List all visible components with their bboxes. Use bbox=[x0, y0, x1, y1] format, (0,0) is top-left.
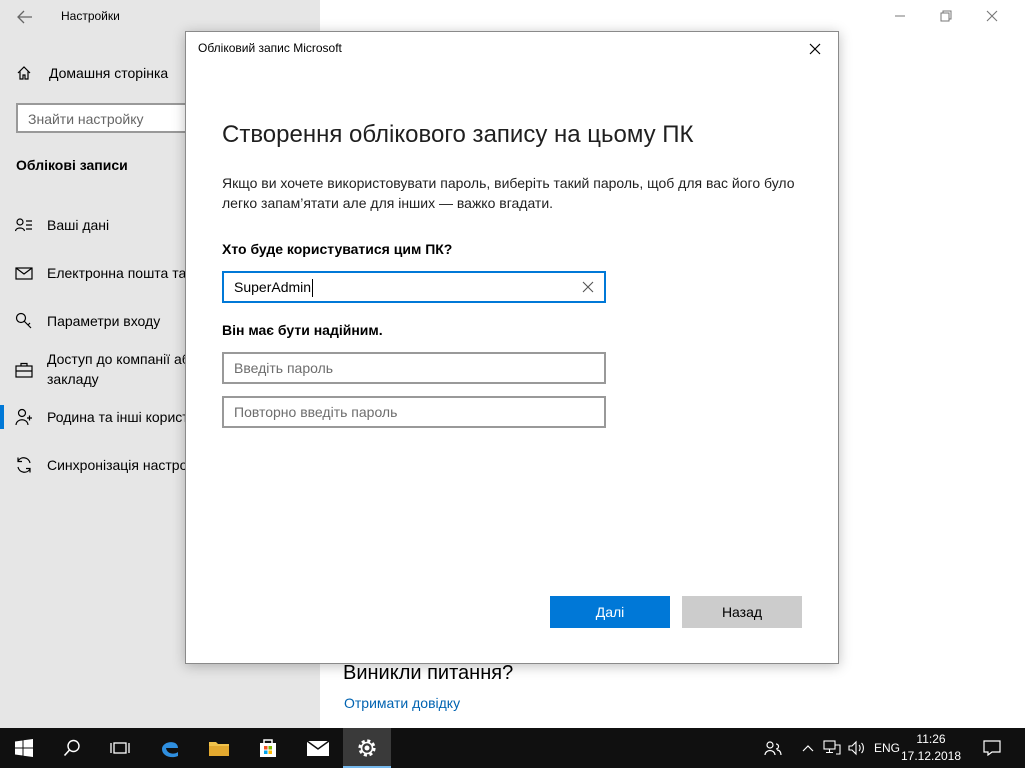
nav-label: Родина та інші корист bbox=[47, 409, 189, 425]
dialog-description: Якщо ви хочете використовувати пароль, в… bbox=[222, 175, 795, 211]
dialog-heading: Створення облікового запису на цьому ПК bbox=[222, 121, 694, 148]
close-window-icon[interactable] bbox=[977, 4, 1007, 28]
nav-home-label: Домашня сторінка bbox=[49, 65, 169, 81]
home-icon bbox=[14, 63, 34, 83]
mail-app-icon[interactable] bbox=[294, 728, 342, 768]
username-label: Хто буде користуватися цим ПК? bbox=[222, 241, 453, 257]
username-value: SuperAdmin bbox=[234, 279, 314, 298]
store-icon[interactable] bbox=[244, 728, 292, 768]
window-controls bbox=[885, 0, 1025, 32]
volume-icon[interactable] bbox=[846, 728, 868, 768]
chevron-up-icon[interactable] bbox=[798, 728, 818, 768]
questions-heading: Виникли питання? bbox=[343, 662, 514, 684]
nav-label-line2: закладу bbox=[47, 371, 99, 387]
back-button[interactable]: Назад bbox=[682, 596, 802, 628]
section-title: Облікові записи bbox=[16, 157, 128, 173]
back-arrow-icon[interactable] bbox=[14, 6, 36, 28]
nav-label: Синхронізація настро bbox=[47, 457, 188, 473]
clock[interactable]: 11:26 17.12.2018 bbox=[895, 731, 967, 765]
user-info-icon bbox=[14, 215, 34, 235]
password-repeat-input[interactable]: Повторно введіть пароль bbox=[222, 396, 606, 428]
settings-app-icon[interactable] bbox=[343, 728, 391, 768]
nav-label: Ваші дані bbox=[47, 217, 110, 233]
family-icon bbox=[14, 407, 34, 427]
microsoft-account-dialog: Обліковий запис Microsoft Створення облі… bbox=[185, 31, 839, 664]
clear-input-icon[interactable] bbox=[580, 279, 596, 295]
password-label: Він має бути надійним. bbox=[222, 322, 383, 338]
get-help-link[interactable]: Отримати довідку bbox=[344, 695, 460, 711]
search-placeholder: Знайти настройку bbox=[28, 111, 144, 127]
windows-logo-icon bbox=[15, 739, 33, 757]
restore-icon[interactable] bbox=[931, 4, 961, 28]
clock-time: 11:26 bbox=[916, 732, 946, 746]
edge-icon[interactable] bbox=[146, 728, 194, 768]
nav-label: Електронна пошта та bbox=[47, 265, 187, 281]
password-repeat-placeholder: Повторно введіть пароль bbox=[234, 404, 398, 420]
minimize-icon[interactable] bbox=[885, 4, 915, 28]
next-button[interactable]: Далі bbox=[550, 596, 670, 628]
clock-date: 17.12.2018 bbox=[900, 749, 962, 763]
start-button[interactable] bbox=[0, 728, 48, 768]
notifications-icon[interactable] bbox=[978, 728, 1006, 768]
briefcase-icon bbox=[14, 360, 34, 380]
sync-icon bbox=[14, 455, 34, 475]
search-icon[interactable] bbox=[48, 728, 96, 768]
key-icon bbox=[14, 311, 34, 331]
nav-label: Доступ до компанії аб bbox=[47, 351, 190, 367]
task-view-icon[interactable] bbox=[96, 728, 144, 768]
window-title: Настройки bbox=[61, 9, 120, 23]
network-icon[interactable] bbox=[822, 728, 842, 768]
people-icon[interactable] bbox=[760, 728, 786, 768]
file-explorer-icon[interactable] bbox=[195, 728, 243, 768]
taskbar: ENG 11:26 17.12.2018 bbox=[0, 728, 1025, 768]
password-placeholder: Введіть пароль bbox=[234, 360, 334, 376]
username-input[interactable]: SuperAdmin bbox=[222, 271, 606, 303]
password-input[interactable]: Введіть пароль bbox=[222, 352, 606, 384]
nav-label: Параметри входу bbox=[47, 313, 161, 329]
dialog-title: Обліковий запис Microsoft bbox=[198, 41, 342, 55]
close-icon[interactable] bbox=[804, 38, 826, 60]
mail-icon bbox=[14, 263, 34, 283]
